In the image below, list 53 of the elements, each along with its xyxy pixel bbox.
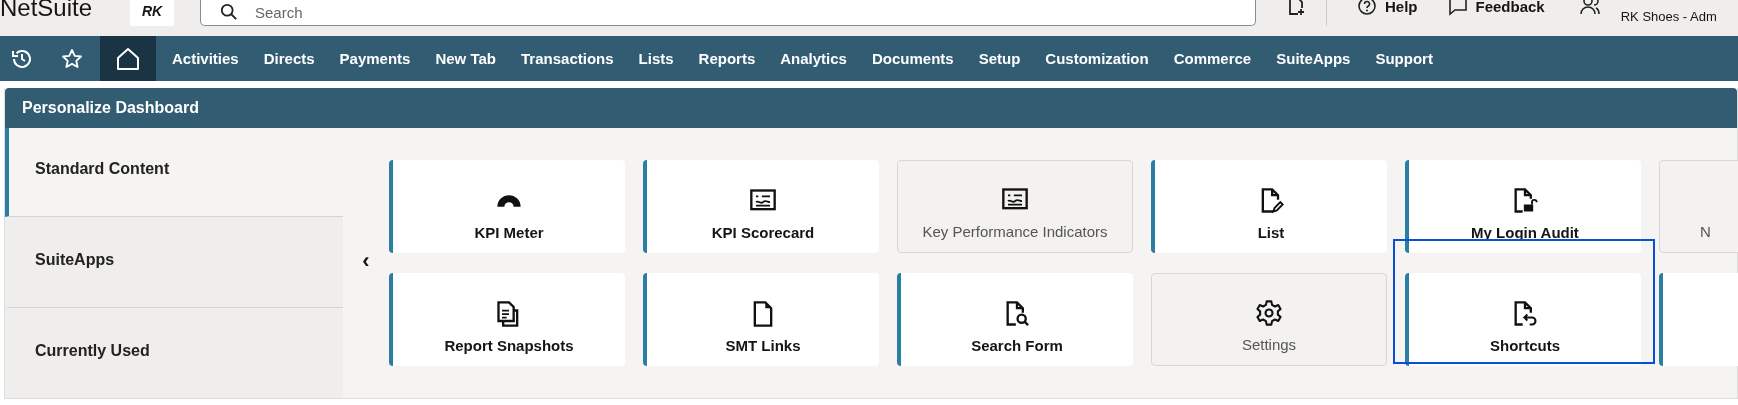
feedback-button[interactable]: Feedback [1447, 0, 1545, 16]
content-tile[interactable]: Shortcuts [1405, 273, 1641, 366]
speech-bubble-icon [1447, 0, 1468, 16]
settings-icon [1255, 299, 1283, 327]
company-logo: RK [130, 0, 174, 26]
content-tile[interactable]: Key Performance Indicators [897, 160, 1133, 253]
tile-label: Key Performance Indicators [922, 223, 1108, 240]
help-button[interactable]: Help [1357, 0, 1418, 16]
search-icon [220, 3, 238, 21]
content-tile[interactable]: KPI Scorecard [643, 160, 879, 253]
category-tab[interactable]: Currently Used [5, 308, 343, 398]
nav-tab[interactable]: Setup [978, 50, 1021, 67]
nav-tab[interactable]: Directs [263, 50, 315, 67]
nav-tab[interactable]: Commerce [1173, 50, 1252, 67]
content-tile[interactable]: List [1151, 160, 1387, 253]
content-tile[interactable]: N [1659, 160, 1738, 253]
content-tile[interactable]: Settings [1151, 273, 1387, 366]
star-icon [60, 46, 84, 71]
nav-tab[interactable]: Transactions [521, 50, 614, 67]
help-icon [1357, 0, 1377, 16]
content-tile[interactable]: SMT Links [643, 273, 879, 366]
user-icon[interactable] [1578, 0, 1601, 16]
content-tile[interactable]: Search Form [897, 273, 1133, 366]
create-button[interactable] [1286, 0, 1306, 16]
nav-tab[interactable]: Reports [698, 50, 756, 67]
tile-label: Shortcuts [1490, 337, 1560, 354]
panel-title: Personalize Dashboard [22, 99, 199, 117]
tile-label: Search Form [971, 337, 1063, 354]
home-icon [115, 45, 141, 72]
tile-label: SMT Links [725, 337, 801, 354]
category-tab[interactable]: Standard Content [5, 128, 343, 217]
nav-tab[interactable]: SuiteApps [1276, 50, 1351, 67]
nav-tab[interactable]: Customization [1045, 50, 1149, 67]
tile-label: Report Snapshots [444, 337, 574, 354]
tile-label: KPI Meter [474, 224, 544, 241]
home-button[interactable] [100, 36, 156, 81]
nav-tab[interactable]: Lists [638, 50, 674, 67]
nav-tab[interactable]: New Tab [435, 50, 496, 67]
nav-tab[interactable]: Analytics [780, 50, 847, 67]
nav-tab[interactable]: Documents [871, 50, 954, 67]
category-tab[interactable]: SuiteApps [5, 217, 343, 308]
content-tile[interactable]: KPI Meter [389, 160, 625, 253]
account-name[interactable]: RK Shoes - Adm [1620, 9, 1717, 24]
nav-tab[interactable]: Support [1375, 50, 1433, 67]
tile-label: List [1257, 224, 1285, 241]
content-tile[interactable]: Report Snapshots [389, 273, 625, 366]
search-field[interactable]: Search [200, 0, 1256, 26]
tile-label: KPI Scorecard [711, 224, 815, 241]
tile-label: N [1700, 223, 1711, 240]
nav-tab[interactable]: Activities [172, 50, 239, 67]
tile-label: Settings [1241, 336, 1297, 353]
previous-button[interactable]: ‹ [360, 248, 372, 278]
nav-tab[interactable]: Payments [339, 50, 411, 67]
